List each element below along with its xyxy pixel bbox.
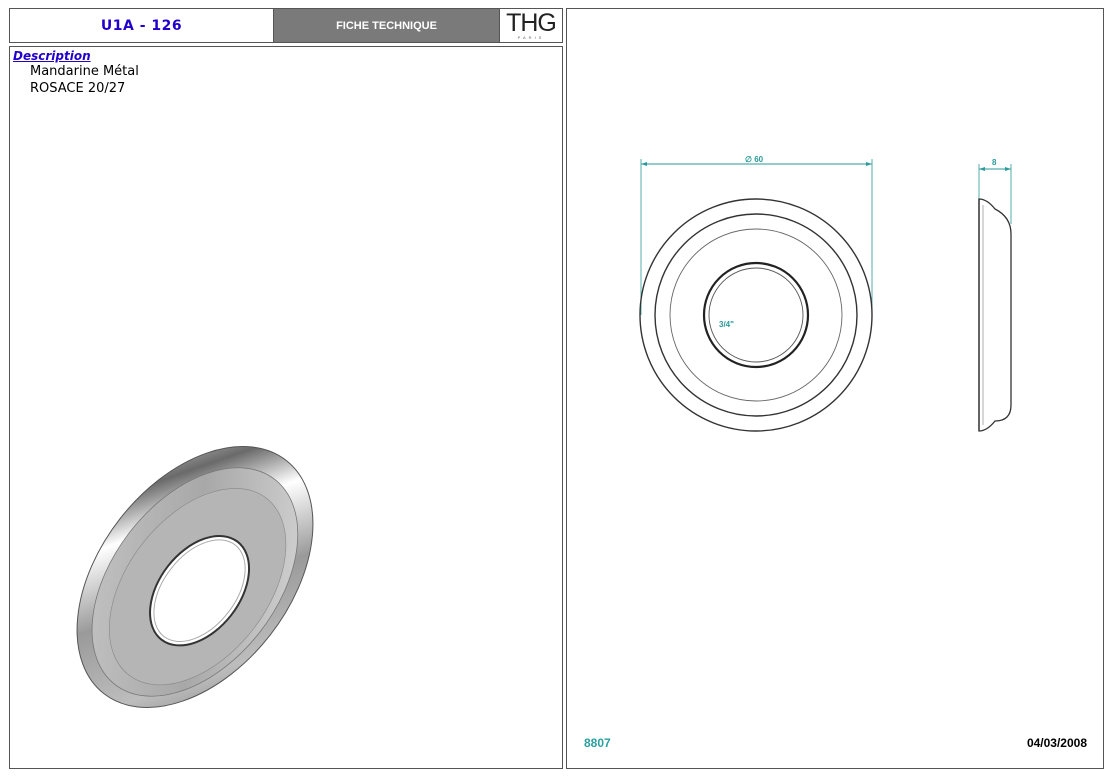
product-render-image: [76, 446, 314, 708]
thread-dimension: 3/4": [719, 320, 734, 329]
logo-text: THG: [506, 9, 557, 37]
description-title: Description: [13, 49, 91, 63]
description-line-1: Mandarine Métal: [30, 64, 139, 79]
description-line-2: ROSACE 20/27: [30, 81, 126, 96]
front-view: ∅ 60 3/4": [639, 155, 873, 432]
brand-logo: THG PARIS: [500, 9, 562, 42]
reference-number: 8807: [584, 736, 611, 750]
diameter-dimension: ∅ 60: [745, 155, 764, 164]
header-bar: U1A - 126 FICHE TECHNIQUE THG PARIS: [9, 8, 563, 43]
logo-subtext: PARIS: [517, 35, 545, 40]
depth-dimension: 8: [992, 158, 997, 167]
technical-drawing: ∅ 60 3/4" 8: [639, 155, 1012, 432]
drawing-panel: ∅ 60 3/4" 8 8807 04/03/2008: [566, 8, 1104, 769]
side-view: 8: [978, 158, 1012, 432]
product-code: U1A - 126: [10, 9, 274, 42]
document-date: 04/03/2008: [1026, 736, 1087, 750]
description-panel: Description Mandarine Métal ROSACE 20/27: [9, 46, 563, 769]
sheet-type-label: FICHE TECHNIQUE: [274, 9, 500, 42]
